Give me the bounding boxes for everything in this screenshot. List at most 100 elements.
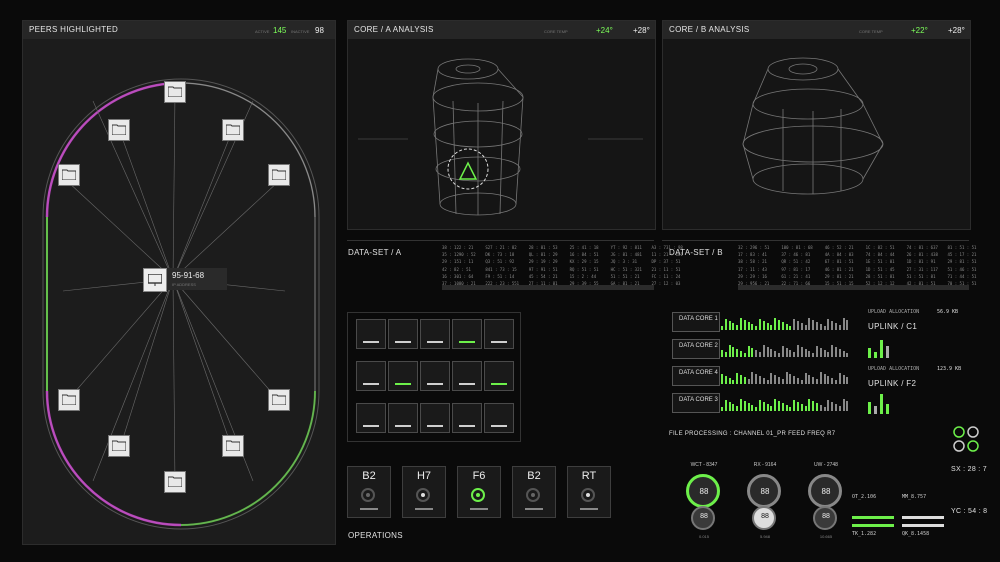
uplink-c1-alloc-value: 56.9 KB xyxy=(937,309,959,315)
peer-node[interactable] xyxy=(222,435,244,457)
gauge-label: UW - 2748 xyxy=(814,462,838,468)
status-ring-icon xyxy=(526,488,540,502)
folder-cell[interactable] xyxy=(388,319,418,349)
processing-gauge: WCT - 8347 88 88 0.015 xyxy=(674,462,734,542)
peer-node[interactable] xyxy=(108,119,130,141)
table-row: 17 : 11 : 43 97 : 81 : 17 46 : 81 : 21 1… xyxy=(738,266,977,272)
data-core-label: DATA CORE 4 xyxy=(679,370,718,376)
file-processing-title: FILE PROCESSING : CHANNEL 01_PR FEED FRE… xyxy=(669,431,836,437)
monitor-icon xyxy=(148,274,162,286)
table-row: 29 : 151 : 11 Q3 : 51 : 92 29 : 19 : 29 … xyxy=(442,259,681,265)
peer-node[interactable] xyxy=(108,435,130,457)
operation-button[interactable]: RT xyxy=(567,466,611,518)
peer-node[interactable] xyxy=(268,389,290,411)
tk-bar xyxy=(852,524,894,527)
operation-bar xyxy=(360,508,378,510)
gauge-foot: 0.015 xyxy=(698,534,709,539)
core-a-model xyxy=(358,58,643,216)
data-core-meter xyxy=(721,395,851,411)
peers-panel: PEERS HIGHLIGHTED ACTIVE 145 INACTIVE 98 xyxy=(22,20,336,545)
data-core-meter xyxy=(721,368,851,384)
status-ring-icon xyxy=(581,488,595,502)
data-core-button[interactable]: DATA CORE 2 xyxy=(672,339,720,359)
peers-header: PEERS HIGHLIGHTED ACTIVE 145 INACTIVE 98 xyxy=(23,21,335,39)
operation-bar xyxy=(580,508,598,510)
data-core-button[interactable]: DATA CORE 3 xyxy=(672,393,720,413)
dataset-a-table: 38 : 122 : 21 S27 : 21 : 82 28 : 81 : 53… xyxy=(442,244,683,287)
operation-label: F6 xyxy=(472,470,486,482)
core-b-title: CORE / B ANALYSIS xyxy=(669,25,750,34)
data-core-meter xyxy=(721,341,851,357)
folder-grid xyxy=(347,312,521,442)
folder-icon xyxy=(112,124,126,135)
mm-label: MM_8.757 xyxy=(902,494,927,500)
data-core-button[interactable]: DATA CORE 4 xyxy=(672,366,720,386)
table-row: 16 : 301 : 64 F9 : 51 : 14 45 : 54 : 21 … xyxy=(442,273,681,279)
folder-cell[interactable] xyxy=(484,319,514,349)
data-core-meter xyxy=(721,314,851,330)
folder-cell[interactable] xyxy=(388,403,418,433)
core-a-header: CORE / A ANALYSIS CORE TEMP +24° +28° xyxy=(348,21,655,39)
tk-label: TK_1.282 xyxy=(852,531,877,537)
folder-cell[interactable] xyxy=(356,403,386,433)
folder-icon xyxy=(62,169,76,180)
dataset-b-table: 32 : 296 : 51 100 : 81 : 68 46 : 52 : 21… xyxy=(738,244,976,287)
status-ring-icon xyxy=(416,488,430,502)
center-node[interactable] xyxy=(143,268,167,292)
core-a-temp-1: +24° xyxy=(596,26,613,35)
data-core-label: DATA CORE 2 xyxy=(679,343,718,349)
peer-node[interactable] xyxy=(58,389,80,411)
qk-label: QK_8.1458 xyxy=(902,531,930,537)
peer-node[interactable] xyxy=(222,119,244,141)
tk-bar xyxy=(852,516,894,519)
processing-gauge: RX - 9164 88 88 5.948 xyxy=(735,462,795,542)
table-row: 17 : 83 : 41 37 : 46 : 81 4A : 84 : 03 7… xyxy=(738,252,977,258)
operation-bar xyxy=(470,508,488,510)
folder-cell[interactable] xyxy=(420,403,450,433)
operation-button[interactable]: B2 xyxy=(512,466,556,518)
operation-label: B2 xyxy=(362,470,376,482)
divider xyxy=(662,240,969,241)
core-b-model xyxy=(742,57,884,195)
folder-cell[interactable] xyxy=(356,361,386,391)
operation-button[interactable]: H7 xyxy=(402,466,446,518)
folder-cell[interactable] xyxy=(452,403,482,433)
peer-node[interactable] xyxy=(164,471,186,493)
table-row: 38 : 122 : 21 S27 : 21 : 82 28 : 81 : 53… xyxy=(442,245,683,250)
folder-icon xyxy=(272,394,286,405)
folder-cell[interactable] xyxy=(420,361,450,391)
data-core-label: DATA CORE 3 xyxy=(679,397,718,403)
operation-button[interactable]: F6 xyxy=(457,466,501,518)
core-b-temp-1: +22° xyxy=(911,26,928,35)
processing-gauge: UW - 2748 88 88 10.665 xyxy=(796,462,856,542)
dataset-b-title: DATA-SET / B xyxy=(669,248,723,257)
peer-node[interactable] xyxy=(164,81,186,103)
folder-cell[interactable] xyxy=(356,319,386,349)
gauge-top-value: 88 xyxy=(699,487,709,496)
folder-cell[interactable] xyxy=(484,361,514,391)
peer-node[interactable] xyxy=(58,164,80,186)
center-node-id: 95-91-68 xyxy=(172,271,205,280)
inactive-label: INACTIVE xyxy=(291,29,310,34)
gauge-bottom-value: 88 xyxy=(700,513,708,520)
uplink-c1-alloc-label: UPLOAD ALLOCATION xyxy=(868,309,920,315)
folder-cell[interactable] xyxy=(420,319,450,349)
peer-network-graph xyxy=(42,78,320,530)
gauge-label: WCT - 8347 xyxy=(690,462,718,468)
core-b-temp-2: +28° xyxy=(948,26,965,35)
folder-cell[interactable] xyxy=(484,403,514,433)
data-core-button[interactable]: DATA CORE 1 xyxy=(672,312,720,332)
peer-node[interactable] xyxy=(268,164,290,186)
folder-cell[interactable] xyxy=(388,361,418,391)
operation-label: RT xyxy=(581,470,597,482)
operation-bar xyxy=(525,508,543,510)
core-b-panel: CORE / B ANALYSIS CORE TEMP +22° +28° xyxy=(662,20,971,230)
folder-icon xyxy=(168,86,182,97)
uplink-c1-bars xyxy=(868,340,889,358)
operation-button[interactable]: B2 xyxy=(347,466,391,518)
folder-cell[interactable] xyxy=(452,319,482,349)
folder-icon xyxy=(112,440,126,451)
core-b-temp-label: CORE TEMP xyxy=(859,29,883,34)
qk-bar xyxy=(902,516,944,519)
folder-cell[interactable] xyxy=(452,361,482,391)
